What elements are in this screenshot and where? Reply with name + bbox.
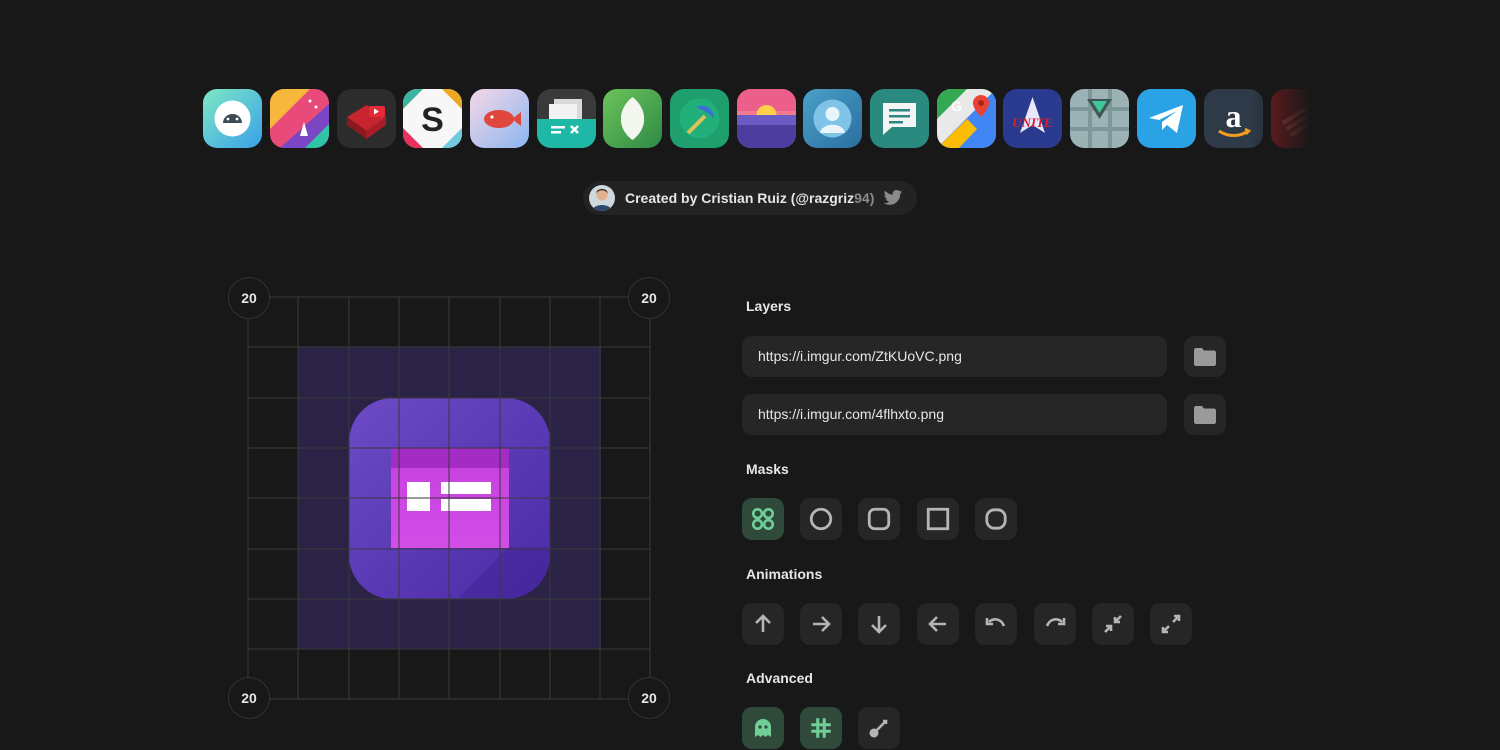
svg-text:G: G: [951, 98, 962, 114]
sunset-app-icon[interactable]: [737, 89, 796, 148]
paint-app-icon[interactable]: [270, 89, 329, 148]
mask-option-rounded-square[interactable]: [858, 498, 900, 540]
messages-app-icon[interactable]: [870, 89, 929, 148]
shirt-app-icon[interactable]: [1070, 89, 1129, 148]
credit-text: Created by Cristian Ruiz (@razgriz94): [625, 190, 874, 206]
ghost-icon: [755, 719, 771, 737]
svg-text:UNITE: UNITE: [1012, 115, 1053, 130]
bank-app-icon[interactable]: [1271, 89, 1311, 148]
svg-text:S: S: [421, 101, 444, 139]
animation-shrink-button[interactable]: [1092, 603, 1134, 645]
credit-text-main: Created by Cristian Ruiz (@razgriz: [625, 190, 855, 206]
twitter-icon[interactable]: [883, 189, 903, 207]
arrow-left-icon: [928, 616, 946, 632]
animation-expand-button[interactable]: [1150, 603, 1192, 645]
advanced-key-button[interactable]: [858, 707, 900, 749]
maps-app-icon[interactable]: G: [937, 89, 996, 148]
pickaxe-app-icon[interactable]: [670, 89, 729, 148]
mask-option-square[interactable]: [917, 498, 959, 540]
advanced-ghost-button[interactable]: [742, 707, 784, 749]
shrink-icon: [1104, 615, 1122, 633]
fish-app-icon[interactable]: [470, 89, 529, 148]
mask-option-squircle[interactable]: [975, 498, 1017, 540]
padding-top-right-badge[interactable]: 20: [628, 277, 670, 319]
dots-grid-icon: [751, 507, 775, 531]
contact-app-icon[interactable]: [803, 89, 862, 148]
animation-redo-button[interactable]: [1034, 603, 1076, 645]
credit-pill[interactable]: Created by Cristian Ruiz (@razgriz94): [583, 181, 917, 215]
amazon-app-icon[interactable]: a: [1204, 89, 1263, 148]
rounded-square-mask-icon: [867, 507, 891, 531]
padding-bottom-right-badge[interactable]: 20: [628, 677, 670, 719]
expand-icon: [1161, 614, 1181, 634]
leaf-app-icon[interactable]: [603, 89, 662, 148]
arrow-up-icon: [755, 614, 771, 632]
preview-canvas: [247, 296, 651, 700]
icon-preview: 20 20 20 20: [228, 277, 672, 721]
slack-app-icon[interactable]: S: [403, 89, 462, 148]
squircle-mask-icon: [985, 508, 1007, 530]
mask-option-dots-grid[interactable]: [742, 498, 784, 540]
padding-bottom-left-badge[interactable]: 20: [228, 677, 270, 719]
masks-title: Masks: [746, 461, 789, 477]
animation-up-button[interactable]: [742, 603, 784, 645]
cards-app-icon[interactable]: [537, 89, 596, 148]
hash-icon: [811, 718, 831, 738]
key-icon: [869, 719, 888, 738]
padding-top-left-badge[interactable]: 20: [228, 277, 270, 319]
redo-icon: [1045, 618, 1066, 627]
layers-title: Layers: [746, 298, 792, 314]
circle-mask-icon: [809, 507, 833, 531]
unite-app-icon[interactable]: UNITE: [1003, 89, 1062, 148]
mask-option-circle[interactable]: [800, 498, 842, 540]
layer-folder-button-2[interactable]: [1184, 394, 1226, 435]
avatar: [589, 185, 615, 211]
app-icon-strip: S G UNITE a: [203, 89, 1311, 148]
animation-left-button[interactable]: [917, 603, 959, 645]
animation-right-button[interactable]: [800, 603, 842, 645]
advanced-grid-button[interactable]: [800, 707, 842, 749]
undo-icon: [985, 618, 1006, 627]
arrow-down-icon: [871, 616, 887, 634]
layer-url-input-1[interactable]: https://i.imgur.com/ZtKUoVC.png: [742, 336, 1167, 377]
animation-down-button[interactable]: [858, 603, 900, 645]
folder-icon: [1194, 347, 1216, 366]
advanced-title: Advanced: [746, 670, 813, 686]
animations-title: Animations: [746, 566, 823, 582]
layer-folder-button-1[interactable]: [1184, 336, 1226, 377]
youtube-app-icon[interactable]: [337, 89, 396, 148]
svg-text:a: a: [1226, 98, 1242, 134]
folder-icon: [1194, 405, 1216, 424]
android-app-icon[interactable]: [203, 89, 262, 148]
layer-url-input-2[interactable]: https://i.imgur.com/4flhxto.png: [742, 394, 1167, 435]
telegram-app-icon[interactable]: [1137, 89, 1196, 148]
credit-text-dim: 94): [854, 190, 875, 206]
animation-undo-button[interactable]: [975, 603, 1017, 645]
arrow-right-icon: [813, 616, 831, 632]
square-mask-icon: [926, 507, 950, 531]
